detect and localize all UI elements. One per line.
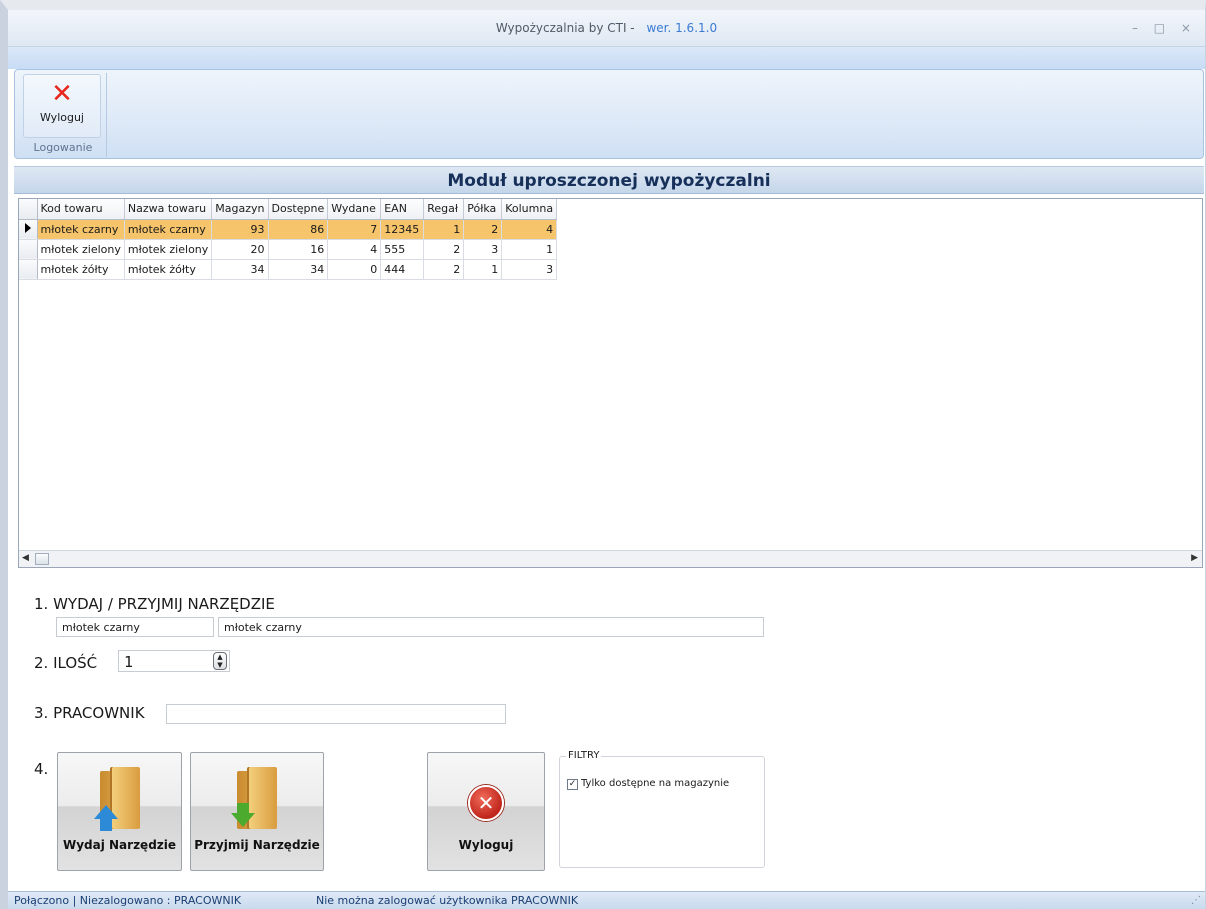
table-cell[interactable]: młotek czarny bbox=[124, 219, 213, 240]
ribbon: ✕ Wyloguj Logowanie bbox=[14, 69, 1204, 159]
step4-label: 4. bbox=[34, 760, 49, 778]
window-controls[interactable]: – □ × bbox=[1132, 10, 1197, 47]
status-connection: Połączono | Niezalogowano : PRACOWNIK bbox=[14, 894, 242, 907]
receive-tool-button[interactable]: Przyjmij Narzędzie bbox=[190, 752, 324, 871]
table-cell[interactable]: 34 bbox=[211, 259, 269, 280]
table-cell[interactable]: 86 bbox=[268, 219, 329, 240]
scroll-thumb[interactable] bbox=[35, 553, 49, 565]
table-cell[interactable]: 7 bbox=[327, 219, 382, 240]
table-cell[interactable]: 2 bbox=[423, 259, 465, 280]
only-available-label[interactable]: Tylko dostępne na magazynie bbox=[581, 778, 729, 789]
column-header[interactable]: Nazwa towaru bbox=[124, 199, 213, 220]
column-header[interactable]: Kod towaru bbox=[37, 199, 125, 220]
ribbon-tab-strip bbox=[8, 47, 1205, 69]
horizontal-scrollbar[interactable]: ◀ ▶ bbox=[19, 550, 1202, 567]
row-header[interactable] bbox=[19, 239, 38, 260]
grid-corner bbox=[19, 199, 38, 220]
table-row[interactable]: młotek zielony młotek zielony 20 16 4 555 2 3 1 bbox=[19, 239, 558, 260]
table-cell[interactable]: 93 bbox=[211, 219, 269, 240]
table-cell[interactable]: 0 bbox=[327, 259, 382, 280]
close-x-icon: ✕ bbox=[51, 79, 73, 109]
status-message: Nie można zalogować użytkownika PRACOWNI… bbox=[316, 894, 579, 907]
row-header[interactable] bbox=[19, 219, 38, 240]
folder-download-icon bbox=[231, 767, 281, 831]
column-header[interactable]: Wydane bbox=[327, 199, 382, 220]
table-cell[interactable]: 34 bbox=[268, 259, 329, 280]
status-bar: Połączono | Niezalogowano : PRACOWNIK Ni… bbox=[8, 891, 1205, 909]
column-header[interactable]: Kolumna bbox=[501, 199, 558, 220]
table-cell[interactable]: 2 bbox=[463, 219, 503, 240]
employee-field[interactable] bbox=[166, 704, 506, 724]
table-row[interactable]: młotek czarny młotek czarny 93 86 7 12345 1 2 4 bbox=[19, 219, 558, 240]
scroll-left-icon[interactable]: ◀ bbox=[22, 553, 29, 563]
issue-tool-label: Wydaj Narzędzie bbox=[62, 838, 177, 852]
table-cell[interactable]: 12345 bbox=[380, 219, 425, 240]
table-cell[interactable]: 555 bbox=[380, 239, 425, 260]
module-title: Moduł uproszczonej wypożyczalni bbox=[14, 166, 1204, 194]
spin-up-down-icon[interactable]: ▲ ▼ bbox=[213, 652, 227, 670]
table-cell[interactable]: 4 bbox=[501, 219, 558, 240]
table-cell[interactable]: 16 bbox=[268, 239, 329, 260]
table-cell[interactable]: młotek zielony bbox=[37, 239, 125, 260]
quantity-value: 1 bbox=[124, 653, 134, 671]
logout-label: Wyloguj bbox=[458, 838, 514, 852]
ribbon-logout-button[interactable]: ✕ Wyloguj bbox=[23, 74, 101, 138]
table-cell[interactable]: młotek żółty bbox=[37, 259, 125, 280]
tool-name-field[interactable]: młotek czarny bbox=[218, 617, 764, 637]
resize-grip-icon[interactable]: ⋰ bbox=[1191, 892, 1201, 909]
table-cell[interactable]: 444 bbox=[380, 259, 425, 280]
title-bar[interactable]: Wypożyczalnia by CTI - wer. 1.6.1.0 – □ … bbox=[8, 10, 1205, 47]
scroll-right-icon[interactable]: ▶ bbox=[1191, 553, 1198, 563]
step3-label: 3. PRACOWNIK bbox=[34, 704, 145, 722]
table-cell[interactable]: 20 bbox=[211, 239, 269, 260]
column-header[interactable]: Dostępne bbox=[268, 199, 329, 220]
error-x-icon: ✕ bbox=[468, 785, 504, 821]
table-cell[interactable]: 1 bbox=[463, 259, 503, 280]
logout-button[interactable]: ✕ Wyloguj bbox=[427, 752, 545, 871]
ribbon-group-label: Logowanie bbox=[33, 141, 93, 154]
window-title: Wypożyczalnia by CTI - bbox=[495, 21, 635, 35]
ribbon-logout-label: Wyloguj bbox=[40, 111, 84, 124]
column-header[interactable]: Regał bbox=[423, 199, 465, 220]
row-header[interactable] bbox=[19, 259, 38, 280]
table-cell[interactable]: 2 bbox=[423, 239, 465, 260]
filters-legend: FILTRY bbox=[566, 750, 602, 761]
table-cell[interactable]: 3 bbox=[463, 239, 503, 260]
step1-label: 1. WYDAJ / PRZYJMIJ NARZĘDZIE bbox=[34, 595, 275, 613]
table-cell[interactable]: młotek żółty bbox=[124, 259, 213, 280]
tool-code-field[interactable]: młotek czarny bbox=[56, 617, 214, 637]
table-cell[interactable]: 4 bbox=[327, 239, 382, 260]
table-cell[interactable]: 1 bbox=[501, 239, 558, 260]
folder-upload-icon bbox=[93, 767, 144, 831]
table-cell[interactable]: 3 bbox=[501, 259, 558, 280]
items-table: Kod towaru Nazwa towaru Magazyn Dostępne Wyd… bbox=[19, 199, 558, 280]
receive-tool-label: Przyjmij Narzędzie bbox=[194, 838, 320, 852]
table-row[interactable]: młotek żółty młotek żółty 34 34 0 444 2 1 3 bbox=[19, 259, 558, 280]
ribbon-group-logowanie: ✕ Wyloguj Logowanie bbox=[19, 73, 107, 157]
step2-label: 2. ILOŚĆ bbox=[34, 654, 98, 672]
table-cell[interactable]: 1 bbox=[423, 219, 465, 240]
current-row-arrow-icon bbox=[24, 222, 31, 233]
items-grid[interactable]: Kod towaru Nazwa towaru Magazyn Dostępne Wyd… bbox=[18, 198, 1203, 568]
quantity-stepper[interactable]: 1 ▲ ▼ bbox=[118, 650, 230, 672]
app-window: Wypożyczalnia by CTI - wer. 1.6.1.0 – □ … bbox=[0, 0, 1206, 909]
table-cell[interactable]: młotek zielony bbox=[124, 239, 213, 260]
only-available-checkbox[interactable]: ✓ bbox=[567, 779, 578, 790]
issue-tool-button[interactable]: Wydaj Narzędzie bbox=[57, 752, 182, 871]
column-header[interactable]: Magazyn bbox=[211, 199, 269, 220]
filters-group: FILTRY ✓ Tylko dostępne na magazynie bbox=[559, 750, 765, 868]
column-header[interactable]: Półka bbox=[463, 199, 503, 220]
column-header[interactable]: EAN bbox=[380, 199, 425, 220]
table-cell[interactable]: młotek czarny bbox=[37, 219, 125, 240]
window-version: wer. 1.6.1.0 bbox=[646, 21, 718, 35]
